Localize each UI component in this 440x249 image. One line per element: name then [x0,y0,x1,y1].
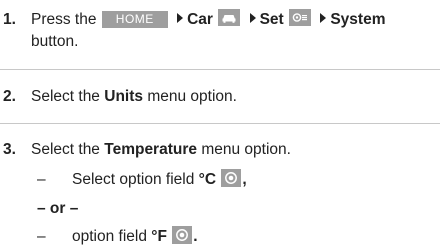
step-text: Select the Temperature menu option. [31,139,436,161]
car-label: Car [187,11,213,28]
arrow-right-icon [320,13,327,23]
step-text: Press the HOME Car Set System button. [31,9,436,53]
or-line: – or – [37,198,78,220]
punctuation: , [242,171,247,188]
step-number: 3. [3,141,16,158]
dash: – [37,171,46,188]
option-f-text: option field °F . [72,226,198,248]
home-button: HOME [101,11,168,28]
or-label: – or – [37,200,79,217]
fahrenheit-label: °F [151,228,167,245]
separator [0,123,440,124]
step-text-part: Select the [31,141,100,158]
temperature-label: Temperature [104,141,197,158]
system-label: System [330,11,386,28]
step-text-part: button. [31,33,79,50]
step-text-part: menu option. [201,141,291,158]
settings-icon [289,9,312,26]
dash: – [37,228,46,245]
step-text-part: Select the [31,88,100,105]
step-text: Select the Units menu option. [31,86,436,108]
set-label: Set [259,11,284,28]
step-text-part: menu option. [147,88,237,105]
step-number: 2. [3,88,16,105]
radio-select-icon [221,169,242,187]
car-icon [218,9,241,26]
separator [0,69,440,70]
option-text: Select option field [72,171,195,188]
radio-select-icon [172,226,193,244]
option-text: option field [72,228,147,245]
units-label: Units [104,88,143,105]
punctuation: . [193,228,198,245]
option-c-text: Select option field °C , [72,169,247,191]
celsius-label: °C [198,171,217,188]
arrow-right-icon [249,13,256,23]
step-number: 1. [3,11,16,28]
arrow-right-icon [177,13,184,23]
step-text-part: Press the [31,11,97,28]
